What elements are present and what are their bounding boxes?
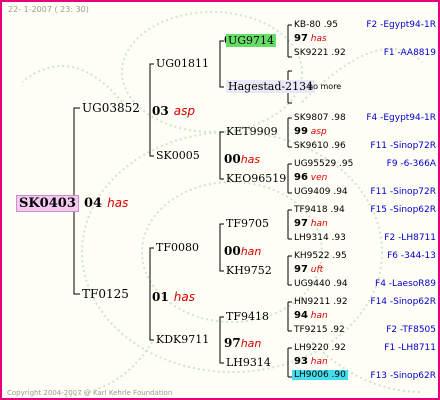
gen4-6-yearline: 94 han <box>294 310 328 321</box>
pedigree-frame: 22- 1-2007 ( 23: 30) SK0403 04 has UG038… <box>0 0 440 400</box>
gen1-bottom-code[interactable]: TF0125 <box>82 287 129 301</box>
gen3-code-0[interactable]: UG9714 <box>226 34 277 47</box>
gen4-7-yearline: 93 han <box>294 356 328 367</box>
root-code: SK0403 <box>16 195 79 212</box>
gen1-top-code[interactable]: UG03852 <box>82 101 140 115</box>
gen4-3-top[interactable]: UG95529 .95 <box>294 159 353 169</box>
gen4-0-right-top: F2 -Egypt94-1R <box>366 20 436 30</box>
gen2-code-3[interactable]: KDK9711 <box>156 333 209 346</box>
gen3-code-1[interactable]: Hagestad-2134 <box>226 80 316 93</box>
gen2-code-2[interactable]: TF0080 <box>156 241 199 254</box>
gen4-7-bottom[interactable]: LH9006 .90 <box>292 370 348 380</box>
root-species: has <box>107 196 129 210</box>
gen4-0-right-bottom: F1 -AA8819 <box>383 48 436 58</box>
gen4-3-bottom[interactable]: UG9409 .94 <box>294 187 348 197</box>
gen4-2-yearline: 99 asp <box>294 126 327 137</box>
gen1-top-yearline: 03 asp <box>152 100 195 119</box>
gen1-bottom-yearline: 01 has <box>152 286 195 305</box>
pedigree-tree: SK0403 04 has UG03852 03 asp TF0125 01 h… <box>2 2 438 398</box>
gen4-2-bottom[interactable]: SK9610 .96 <box>294 141 346 151</box>
gen2-species-3: han <box>240 337 262 350</box>
gen3-code-7[interactable]: LH9314 <box>226 356 271 369</box>
gen4-0-top[interactable]: KB-80 .95 <box>294 20 338 30</box>
gen4-5-right-bottom: F4 -LaesoR89 <box>375 279 436 289</box>
gen4-3-yearline: 96 ven <box>294 172 327 183</box>
gen2-year-3: 97 <box>224 336 241 350</box>
gen4-6-right-bottom: F2 -TF8505 <box>386 325 436 335</box>
gen2-yearline-3: 97han <box>224 332 261 351</box>
gen4-6-year: 94 <box>294 310 308 321</box>
gen2-yearline-2: 00han <box>224 240 261 259</box>
gen4-0-yearline: 97 has <box>294 33 327 44</box>
gen4-5-year: 97 <box>294 264 308 275</box>
gen4-4-right-top: F15 -Sinop62R <box>370 205 436 215</box>
gen3-code-6[interactable]: TF9418 <box>226 310 269 323</box>
gen4-3-right-bottom: F11 -Sinop72R <box>370 187 436 197</box>
gen4-0-year: 97 <box>294 33 308 44</box>
gen4-2-year: 99 <box>294 126 308 137</box>
gen2-year-1: 00 <box>224 152 241 166</box>
gen4-0-bottom[interactable]: SK9221 .92 <box>294 48 346 58</box>
gen3-code-5[interactable]: KH9752 <box>226 264 272 277</box>
gen4-5-species: uft <box>310 265 324 275</box>
gen2-species-1: has <box>240 153 261 166</box>
gen3-code-3[interactable]: KEO96519 <box>226 172 286 185</box>
gen1-bottom-species: has <box>173 290 196 304</box>
gen4-5-right-top: F6 -344-13 <box>387 251 436 261</box>
gen4-3-right-top: F9 -6-366A <box>386 159 436 169</box>
gen2-year-2: 00 <box>224 244 241 258</box>
gen4-7-top[interactable]: LH9220 .92 <box>294 343 346 353</box>
gen4-4-year: 97 <box>294 218 308 229</box>
gen4-7-species: han <box>310 357 328 367</box>
root-year: 04 <box>83 196 103 211</box>
gen4-4-top[interactable]: TF9418 .94 <box>294 205 345 215</box>
gen4-0-species: has <box>310 34 327 44</box>
gen4-2-right-bottom: F11 -Sinop72R <box>370 141 436 151</box>
gen1-top-species: asp <box>173 104 196 118</box>
gen4-2-top[interactable]: SK9807 .98 <box>294 113 346 123</box>
gen4-6-bottom[interactable]: TF9215 .92 <box>294 325 345 335</box>
gen4-3-species: ven <box>310 173 328 183</box>
gen4-7-year: 93 <box>294 356 308 367</box>
gen4-5-yearline: 97 uft <box>294 264 323 275</box>
copyright-footer: Copyright 2004-2007 @ Karl Kehrle Founda… <box>7 389 173 397</box>
gen4-7-right-top: F1 -LH8711 <box>384 343 436 353</box>
gen4-7-right-bottom: F13 -Sinop62R <box>370 371 436 381</box>
gen2-species-2: han <box>240 245 262 258</box>
gen4-6-right-top: F14 -Sinop62R <box>370 297 436 307</box>
gen4-2-species: asp <box>310 127 327 137</box>
gen4-4-species: han <box>310 219 328 229</box>
gen3-code-4[interactable]: TF9705 <box>226 217 269 230</box>
gen1-bottom-year: 01 <box>152 290 169 304</box>
root-node[interactable]: SK0403 04 has <box>16 192 129 212</box>
gen4-5-bottom[interactable]: UG9440 .94 <box>294 279 348 289</box>
gen3-code-2[interactable]: KET9909 <box>226 125 278 138</box>
gen4-6-species: han <box>310 311 328 321</box>
gen2-code-0[interactable]: UG01811 <box>156 57 209 70</box>
gen1-top-year: 03 <box>152 104 169 118</box>
gen4-1-note: no more <box>308 82 342 91</box>
gen4-3-year: 96 <box>294 172 308 183</box>
gen4-4-yearline: 97 han <box>294 218 328 229</box>
gen4-6-top[interactable]: HN9211 .92 <box>294 297 348 307</box>
gen4-4-bottom[interactable]: LH9314 .93 <box>294 233 346 243</box>
gen4-4-right-bottom: F2 -LH8711 <box>384 233 436 243</box>
gen2-code-1[interactable]: SK0005 <box>156 149 200 162</box>
gen4-2-right-top: F4 -Egypt94-1R <box>366 113 436 123</box>
gen2-yearline-1: 00has <box>224 148 260 167</box>
gen4-5-top[interactable]: KH9522 .95 <box>294 251 347 261</box>
